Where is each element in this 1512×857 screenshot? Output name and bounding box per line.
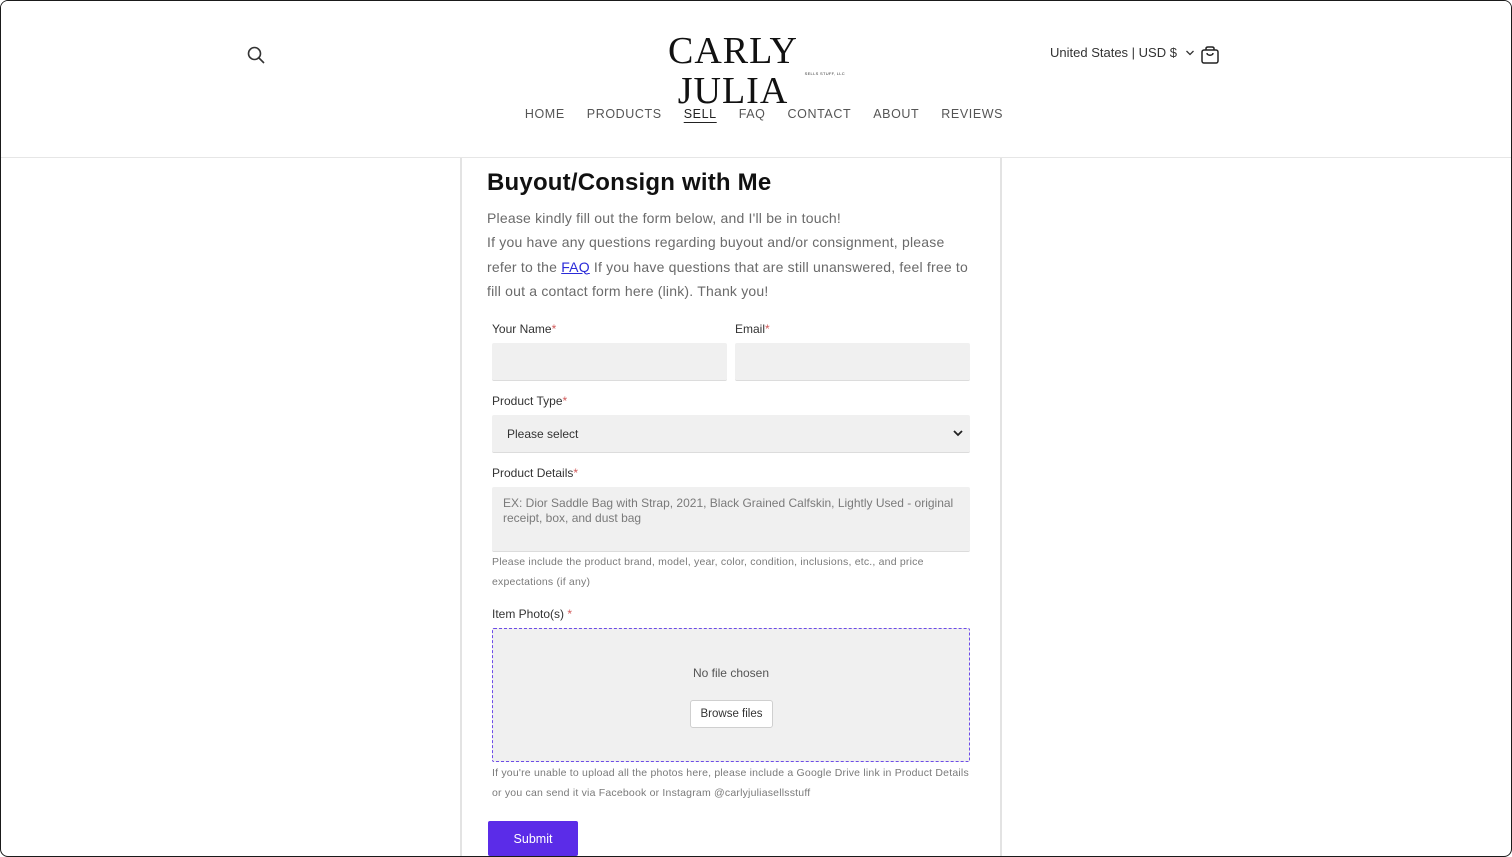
email-label: Email*: [735, 322, 770, 336]
chevron-down-icon: [1185, 45, 1195, 60]
nav-about[interactable]: ABOUT: [873, 107, 919, 121]
nav-home[interactable]: HOME: [525, 107, 565, 121]
photos-label: Item Photo(s) *: [492, 607, 572, 621]
logo-tagline: SELLS STUFF, LLC: [804, 71, 845, 76]
nav-reviews[interactable]: REVIEWS: [941, 107, 1003, 121]
product-type-select[interactable]: Please select: [492, 415, 970, 453]
cart-icon[interactable]: [1198, 43, 1222, 67]
required-mark: *: [573, 466, 579, 480]
browse-files-button[interactable]: Browse files: [690, 700, 773, 728]
faq-link[interactable]: FAQ: [561, 259, 590, 275]
nav-products[interactable]: PRODUCTS: [587, 107, 662, 121]
product-type-label-text: Product Type: [492, 394, 563, 408]
submit-button[interactable]: Submit: [488, 821, 578, 856]
product-type-value: Please select: [507, 426, 579, 441]
required-mark: *: [551, 322, 557, 336]
product-details-label-text: Product Details: [492, 466, 574, 480]
site-header: CARLY JULIA SELLS STUFF, LLC United Stat…: [1, 1, 1511, 158]
search-icon[interactable]: [244, 43, 268, 67]
nav-faq[interactable]: FAQ: [739, 107, 766, 121]
email-label-text: Email: [735, 322, 766, 336]
site-logo[interactable]: CARLY JULIA SELLS STUFF, LLC: [615, 31, 851, 111]
product-details-textarea[interactable]: EX: Dior Saddle Bag with Strap, 2021, Bl…: [492, 487, 970, 552]
page-title: Buyout/Consign with Me: [487, 169, 772, 196]
required-mark: *: [765, 322, 770, 336]
photos-label-text: Item Photo(s): [492, 607, 565, 621]
currency-label: United States | USD $: [1050, 45, 1177, 60]
email-field[interactable]: [735, 343, 970, 381]
nav-sell[interactable]: SELL: [684, 107, 717, 121]
product-details-placeholder: EX: Dior Saddle Bag with Strap, 2021, Bl…: [503, 496, 954, 525]
required-mark: *: [567, 607, 573, 621]
intro-line-1: Please kindly fill out the form below, a…: [487, 210, 841, 226]
intro-text: Please kindly fill out the form below, a…: [487, 206, 977, 303]
name-label-text: Your Name: [492, 322, 552, 336]
required-mark: *: [562, 394, 568, 408]
main-nav: HOME PRODUCTS SELL FAQ CONTACT ABOUT REV…: [1, 107, 1511, 121]
product-type-label: Product Type*: [492, 394, 567, 408]
nav-contact[interactable]: CONTACT: [788, 107, 852, 121]
browser-page: CARLY JULIA SELLS STUFF, LLC United Stat…: [0, 0, 1512, 857]
photos-help: If you're unable to upload all the photo…: [492, 767, 969, 799]
currency-selector[interactable]: United States | USD $: [1050, 45, 1195, 60]
product-details-help: Please include the product brand, model,…: [492, 556, 924, 588]
product-details-label: Product Details*: [492, 466, 578, 480]
no-file-text: No file chosen: [692, 666, 770, 680]
photo-dropzone[interactable]: No file chosen Browse files: [492, 628, 970, 762]
intro-paragraph: If you have any questions regarding buyo…: [487, 230, 977, 303]
chevron-down-icon: [952, 427, 964, 441]
name-field[interactable]: [492, 343, 727, 381]
name-label: Your Name*: [492, 322, 556, 336]
